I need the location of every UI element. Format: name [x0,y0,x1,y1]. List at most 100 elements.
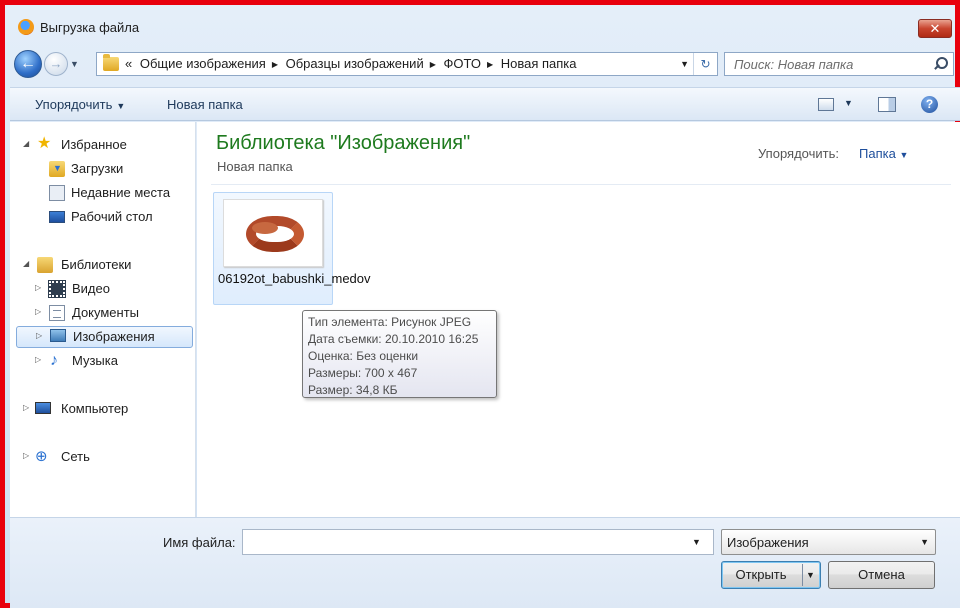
expand-arrow-icon[interactable]: ◢ [23,139,29,148]
sidebar-item-label: Изображения [73,329,155,344]
breadcrumb-item[interactable]: ФОТО [443,56,480,71]
close-button[interactable]: ✕ [918,19,952,38]
search-input[interactable]: Поиск: Новая папка [724,52,954,76]
computer-icon [35,402,51,414]
sidebar-item-recent-places[interactable]: Недавние места [45,184,185,204]
preview-pane-icon[interactable] [878,97,896,112]
sidebar-item-label: Видео [72,281,110,296]
sidebar-item-images[interactable]: ▷ Изображения [16,326,193,348]
address-row: ← → ▼ « Общие изображения ▶ Образцы изобр… [10,49,960,81]
file-upload-dialog: Выгрузка файла ✕ ← → ▼ « Общие изображен… [0,0,960,608]
file-name: 06192ot_babushki_medov [218,271,371,286]
filename-dropdown-icon[interactable]: ▼ [692,537,701,547]
sidebar-item-computer[interactable]: ▷ Компьютер [23,400,183,420]
cancel-button[interactable]: Отмена [828,561,935,589]
breadcrumb-item[interactable]: Образцы изображений [286,56,424,71]
command-bar: Упорядочить ▼ Новая папка ▼ ? [10,87,960,121]
downloads-folder-icon [49,161,65,177]
collapse-arrow-icon[interactable]: ▷ [35,355,41,364]
sidebar-item-downloads[interactable]: Загрузки [45,160,185,180]
library-subtitle: Новая папка [217,159,293,174]
chevron-down-icon: ▼ [920,537,929,547]
breadcrumb-item[interactable]: Общие изображения [140,56,266,71]
forward-button[interactable]: → [44,52,68,76]
refresh-button[interactable]: ↻ [693,53,717,75]
chevron-right-icon[interactable]: ▶ [487,60,493,69]
sidebar-item-label: Загрузки [71,161,124,176]
collapse-arrow-icon[interactable]: ▷ [23,403,29,412]
sausage-photo [246,216,304,252]
recent-places-icon [49,185,65,201]
close-icon: ✕ [929,21,941,36]
library-title: Библиотека "Изображения" [216,132,471,154]
open-label: Открыть [735,567,787,582]
recent-pages-dropdown[interactable]: ▼ [70,59,79,69]
filename-label: Имя файла: [163,535,236,550]
title-bar: Выгрузка файла ✕ [10,10,960,44]
address-dropdown-icon[interactable]: ▼ [680,59,689,69]
sausage-photo-detail [252,222,278,234]
collapse-arrow-icon[interactable]: ▷ [35,307,41,316]
collapse-arrow-icon[interactable]: ▷ [23,451,29,460]
organize-label: Упорядочить [35,97,113,112]
view-icon[interactable] [818,98,834,111]
libraries-icon [37,257,53,273]
sidebar-item-label: Документы [72,305,140,320]
sidebar-item-documents[interactable]: ▷ Документы [35,304,185,324]
firefox-icon [18,19,34,35]
chevron-right-icon[interactable]: ▶ [272,60,278,69]
tooltip-date: Дата съемки: 20.10.2010 16:25 [308,332,479,346]
sidebar-item-label: Сеть [61,449,90,464]
sidebar-item-video[interactable]: ▷ Видео [35,280,185,300]
arrow-left-icon: ← [20,55,36,72]
expand-arrow-icon[interactable]: ◢ [23,259,29,268]
filetype-select[interactable]: Изображения ▼ [721,529,936,555]
help-icon[interactable]: ? [921,96,938,113]
file-item[interactable]: 06192ot_babushki_medov [213,192,371,305]
filename-input[interactable] [242,529,714,555]
sidebar-item-desktop[interactable]: Рабочий стол [45,208,185,228]
address-bar[interactable]: « Общие изображения ▶ Образцы изображений… [96,52,718,76]
video-library-icon [48,280,66,298]
breadcrumb: « Общие изображения ▶ Образцы изображений… [125,56,581,71]
tooltip-rating: Оценка: Без оценки [308,349,419,363]
sidebar-item-label: Рабочий стол [71,209,153,224]
sidebar-item-label: Компьютер [61,401,129,416]
images-library-icon [50,329,66,342]
sidebar-item-label: Библиотеки [61,257,132,272]
star-icon: ★ [37,135,52,152]
open-button[interactable]: Открыть ▼ [721,561,821,589]
chevron-down-icon: ▼ [899,150,909,160]
sidebar-item-favorites[interactable]: ◢ ★ Избранное [23,136,183,156]
sidebar-item-label: Музыка [72,353,118,368]
new-folder-label: Новая папка [167,97,243,112]
search-icon[interactable] [933,57,948,71]
back-button[interactable]: ← [14,50,42,78]
documents-library-icon [49,305,65,321]
filetype-value: Изображения [727,535,809,550]
image-thumbnail [223,199,323,267]
breadcrumb-overflow[interactable]: « [125,56,132,71]
sidebar-item-libraries[interactable]: ◢ Библиотеки [23,256,183,276]
sidebar-item-network[interactable]: ▷ ⊕ Сеть [23,448,183,468]
arrange-by-dropdown[interactable]: Папка ▼ [859,146,908,161]
breadcrumb-item[interactable]: Новая папка [501,56,577,71]
desktop-icon [49,211,65,223]
chevron-right-icon[interactable]: ▶ [430,60,436,69]
tooltip-size: Размер: 34,8 КБ [308,383,398,397]
bottom-panel: Имя файла: ▼ Изображения ▼ Открыть ▼ Отм… [10,517,960,608]
open-options-arrow-icon[interactable]: ▼ [806,562,815,588]
organize-menu[interactable]: Упорядочить ▼ [35,97,125,112]
view-options-dropdown[interactable]: ▼ [844,98,853,108]
collapse-arrow-icon[interactable]: ▷ [35,283,41,292]
music-note-icon: ♪ [50,352,58,369]
chevron-down-icon: ▼ [116,101,126,111]
new-folder-button[interactable]: Новая папка [167,97,243,112]
network-icon: ⊕ [35,448,48,465]
sidebar-item-label: Избранное [61,137,127,152]
tooltip-dimensions: Размеры: 700 x 467 [308,366,418,380]
sidebar-item-music[interactable]: ▷ ♪ Музыка [35,352,185,372]
collapse-arrow-icon[interactable]: ▷ [36,331,42,340]
refresh-icon: ↻ [700,57,711,71]
folder-icon [103,54,119,71]
